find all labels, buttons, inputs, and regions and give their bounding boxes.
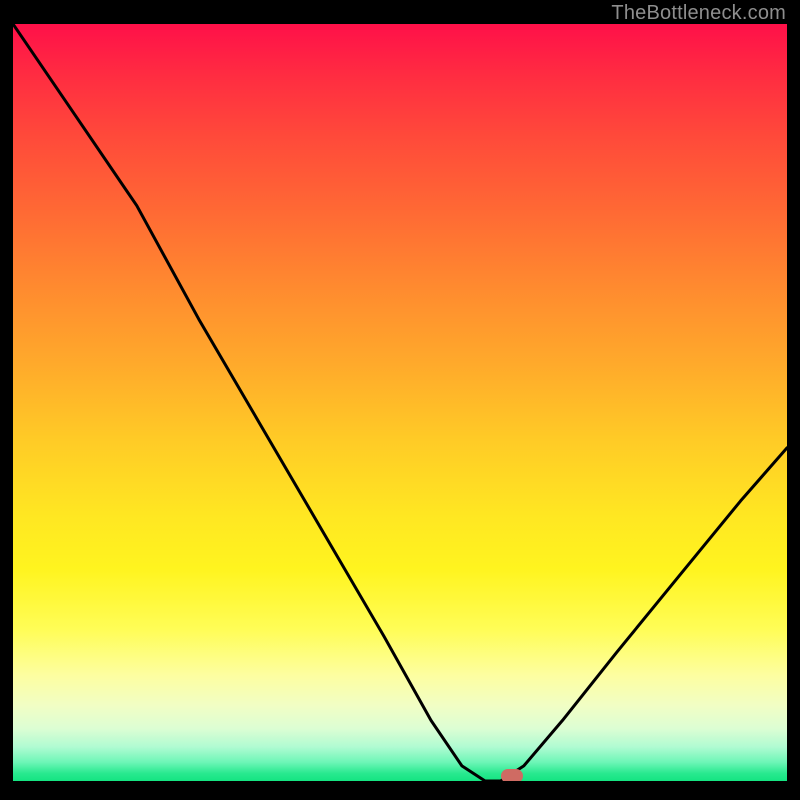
- chart-frame: TheBottleneck.com: [0, 0, 800, 800]
- optimal-marker: [501, 769, 523, 781]
- plot-area: [13, 24, 787, 781]
- watermark-text: TheBottleneck.com: [611, 2, 786, 25]
- bottleneck-curve: [13, 24, 787, 781]
